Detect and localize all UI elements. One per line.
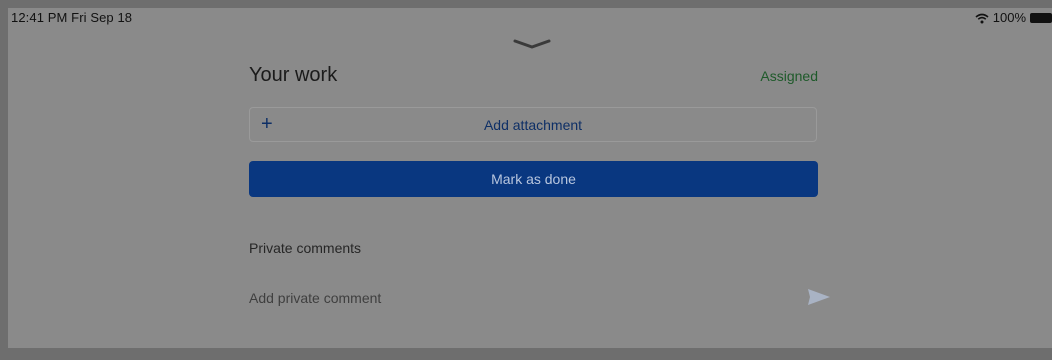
battery-icon: [1030, 12, 1052, 23]
send-icon[interactable]: [807, 288, 831, 306]
add-attachment-label: Add attachment: [483, 117, 583, 133]
your-work-title: Your work: [249, 64, 338, 86]
status-bar: 12:41 PM Fri Sep 18 100%: [0, 8, 1052, 28]
private-comments-label: Private comments: [249, 240, 362, 256]
mark-as-done-label: Mark as done: [491, 171, 576, 187]
status-time: 12:41 PM Fri Sep 18: [11, 10, 133, 25]
grab-handle[interactable]: [513, 37, 551, 49]
mark-as-done-button[interactable]: Mark as done: [249, 161, 818, 197]
assignment-status: Assigned: [760, 68, 818, 84]
status-right: 100%: [975, 10, 1052, 25]
battery-percent: 100%: [992, 10, 1026, 25]
add-attachment-button[interactable]: + Add attachment: [249, 107, 817, 142]
private-comment-input[interactable]: [249, 286, 789, 310]
wifi-icon: [975, 12, 989, 24]
